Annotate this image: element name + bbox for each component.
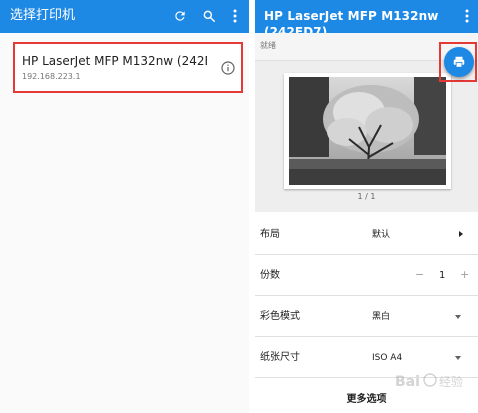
printer-name: HP LaserJet MFP M132nw (242ED..	[22, 54, 207, 68]
printer-list-item[interactable]: HP LaserJet MFP M132nw (242ED.. 192.168.…	[13, 42, 243, 93]
app-bar: HP LaserJet MFP M132nw (242ED7)	[255, 0, 478, 39]
print-preview: 1 / 1	[255, 61, 478, 212]
page-title: 选择打印机	[10, 8, 76, 23]
print-settings-screen: HP LaserJet MFP M132nw (242ED7) 就绪 1 / 1…	[255, 0, 478, 413]
print-icon	[453, 56, 465, 68]
printer-ip-address: 192.168.223.1	[22, 72, 81, 81]
layout-label: 布局	[260, 229, 280, 240]
more-vert-icon[interactable]	[458, 7, 476, 25]
chevron-right-icon	[459, 231, 463, 237]
increment-button[interactable]: +	[460, 269, 469, 281]
color-mode-value: 黑白	[372, 312, 391, 322]
decrement-button[interactable]: −	[415, 269, 424, 281]
info-icon[interactable]	[221, 60, 235, 75]
copies-value[interactable]: 1	[439, 270, 445, 282]
status-text: 就绪	[260, 41, 276, 50]
more-vert-icon[interactable]	[226, 7, 244, 25]
page-indicator: 1 / 1	[357, 192, 376, 201]
copies-setting: 份数 − 1 +	[255, 256, 478, 296]
layout-value: 默认	[372, 230, 391, 240]
search-icon[interactable]	[200, 7, 218, 25]
dropdown-arrow-icon	[455, 356, 461, 360]
color-mode-setting[interactable]: 彩色模式 黑白	[255, 297, 478, 337]
layout-setting[interactable]: 布局 默认	[255, 215, 478, 255]
preview-page[interactable]	[284, 73, 451, 189]
paper-size-label: 纸张尺寸	[260, 352, 300, 363]
paper-size-setting[interactable]: 纸张尺寸 ISO A4	[255, 338, 478, 378]
print-button[interactable]	[444, 47, 474, 77]
printer-select-screen: 选择打印机 HP LaserJet MFP M132nw (242ED.. 19…	[0, 0, 249, 413]
preview-photo	[289, 77, 446, 185]
copies-label: 份数	[260, 270, 280, 281]
color-mode-label: 彩色模式	[260, 311, 300, 322]
dropdown-arrow-icon	[455, 315, 461, 319]
paper-size-value: ISO A4	[372, 353, 403, 363]
app-bar: 选择打印机	[0, 0, 249, 33]
refresh-icon[interactable]	[171, 7, 189, 25]
more-options-button[interactable]: 更多选项	[255, 387, 478, 413]
